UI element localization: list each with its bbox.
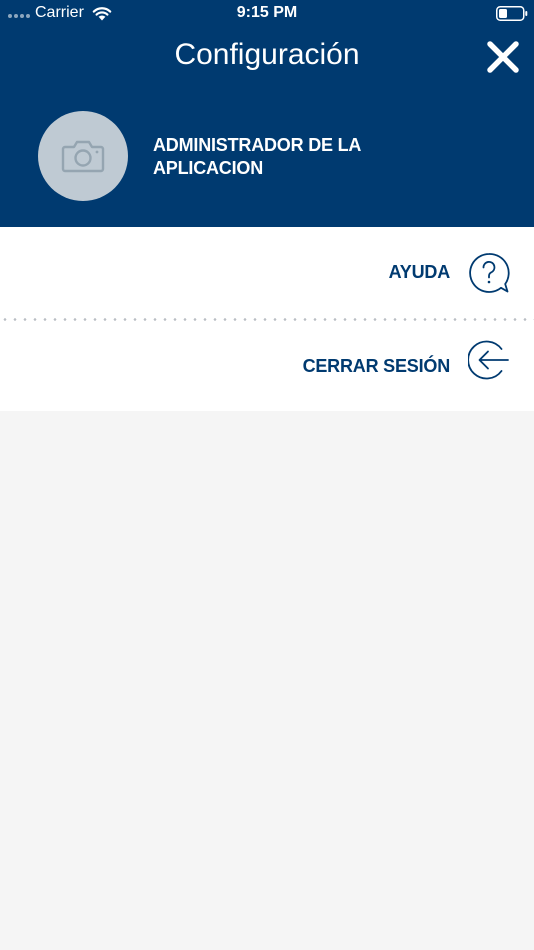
logout-arrow-icon [468, 340, 509, 380]
user-name: ADMINISTRADOR DE LA APLICACION [153, 135, 361, 178]
settings-screen: Carrier 9:15 PM Configuración ADMINISTRA… [0, 0, 534, 950]
status-bar: Carrier 9:15 PM [0, 0, 534, 26]
header: Carrier 9:15 PM Configuración ADMINISTRA… [0, 0, 534, 227]
close-icon[interactable] [484, 38, 522, 76]
menu-item-label: AYUDA [388, 262, 451, 282]
avatar[interactable] [38, 111, 128, 201]
page-title: Configuración [174, 38, 360, 71]
camera-icon [61, 140, 105, 173]
help-bubble-icon [469, 253, 510, 293]
settings-menu: AYUDA CERRAR SESIÓN [0, 227, 534, 411]
menu-item-logout[interactable]: CERRAR SESIÓN [0, 319, 534, 411]
menu-item-help[interactable]: AYUDA [0, 227, 534, 321]
clock: 9:15 PM [236, 4, 298, 21]
menu-item-label: CERRAR SESIÓN [302, 356, 451, 376]
battery-icon [496, 6, 528, 21]
